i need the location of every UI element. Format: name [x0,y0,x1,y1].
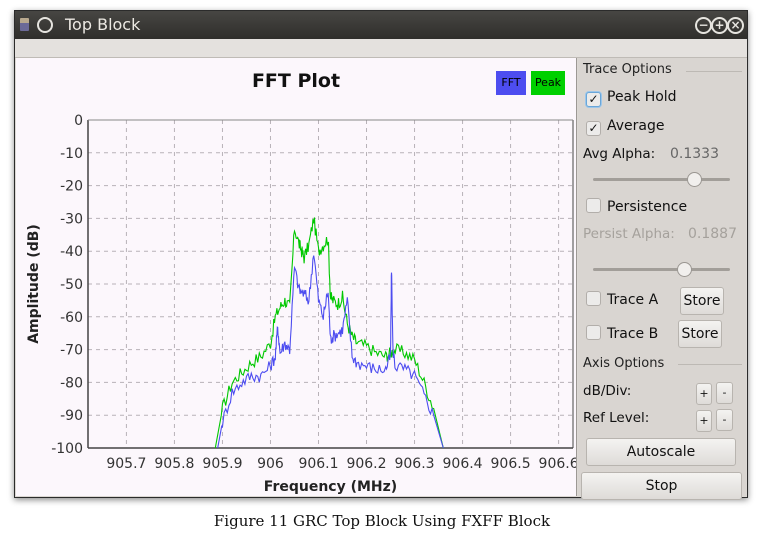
maximize-icon[interactable]: + [711,17,728,34]
title-bar[interactable]: Top Block − + × [15,11,747,39]
stop-button[interactable]: Stop [581,472,742,500]
autoscale-button[interactable]: Autoscale [586,438,736,466]
trace-options-title: Trace Options [583,62,672,77]
circle-icon[interactable] [37,17,53,33]
ref-level-plus-button[interactable]: + [696,410,712,432]
x-tick-label: 905.7 [106,456,146,472]
peak-hold-label: Peak Hold [607,89,677,105]
trace-b-checkbox[interactable]: Trace B [586,325,658,343]
y-tick-label: -90 [60,408,83,424]
app-icon [20,18,29,31]
group-divider [686,71,742,72]
x-tick-label: 906.3 [394,456,434,472]
trace-b-label: Trace B [607,326,659,342]
db-div-minus-button[interactable]: - [716,382,733,404]
checkbox-unchecked-icon[interactable] [586,198,601,213]
x-tick-label: 906.2 [346,456,386,472]
y-tick-label: -20 [60,179,83,195]
minimize-icon[interactable]: − [695,17,712,34]
figure-caption: Figure 11 GRC Top Block Using FXFF Block [213,512,551,530]
top-block-window: Top Block − + × FFT Plot FFT Peak 905.7 9… [14,10,748,500]
checkbox-unchecked-icon[interactable] [586,291,601,306]
x-tick-label: 905.8 [154,456,194,472]
avg-alpha-value: 0.1333 [670,146,719,162]
y-tick-label: -80 [60,375,83,391]
db-div-plus-button[interactable]: + [696,383,712,405]
checkbox-unchecked-icon[interactable] [586,325,601,340]
y-tick-label: -50 [60,277,83,293]
fft-plot-panel: FFT Plot FFT Peak 905.7 905.8 905.9 906 906.… [16,58,577,496]
x-tick-label: 906.6 [539,456,576,472]
average-label: Average [607,118,665,134]
db-div-label: dB/Div: [583,383,632,399]
series-line-peak [214,217,444,449]
average-checkbox[interactable]: ✓ Average [586,117,665,136]
y-tick-label: -60 [60,310,83,326]
y-tick-label: -10 [60,146,83,162]
peak-hold-checkbox[interactable]: ✓ Peak Hold [586,88,677,107]
x-tick-label: 906.1 [298,456,338,472]
ref-level-minus-button[interactable]: - [716,409,733,431]
persist-alpha-value: 0.1887 [688,226,737,242]
y-tick-label: 0 [74,113,83,129]
y-tick-label: -40 [60,244,83,260]
window-title: Top Block [65,15,141,34]
x-axis-label: Frequency (MHz) [264,479,397,495]
trace-a-label: Trace A [607,292,659,308]
x-tick-label: 906 [257,456,284,472]
menu-bar [15,39,747,58]
y-axis-label: Amplitude (dB) [26,224,42,344]
persist-alpha-slider[interactable] [593,262,730,277]
avg-alpha-slider[interactable] [593,172,730,187]
y-tick-label: -70 [60,343,83,359]
slider-handle[interactable] [676,262,692,277]
persistence-checkbox[interactable]: Persistence [586,198,687,216]
y-tick-label: -30 [60,211,83,227]
x-tick-label: 906.5 [491,456,531,472]
x-tick-label: 905.9 [202,456,242,472]
group-divider [678,364,742,365]
persistence-label: Persistence [607,199,688,215]
x-tick-label: 906.4 [443,456,483,472]
store-trace-a-button[interactable]: Store [680,287,724,315]
ref-level-label: Ref Level: [583,410,650,426]
checkbox-checked-icon[interactable]: ✓ [586,92,601,107]
fft-chart[interactable]: 905.7 905.8 905.9 906 906.1 906.2 906.3 906.4 90… [16,58,576,496]
control-panel: Trace Options ✓ Peak Hold ✓ Average Avg Al… [578,58,746,500]
axis-options-title: Axis Options [583,356,665,371]
store-trace-b-button[interactable]: Store [678,320,722,348]
checkbox-checked-icon[interactable]: ✓ [586,121,601,136]
avg-alpha-label: Avg Alpha: [583,146,656,162]
y-tick-label: -100 [51,441,83,457]
close-icon[interactable]: × [727,17,744,34]
trace-a-checkbox[interactable]: Trace A [586,291,658,309]
slider-handle[interactable] [686,172,702,187]
persist-alpha-label: Persist Alpha: [583,226,675,242]
